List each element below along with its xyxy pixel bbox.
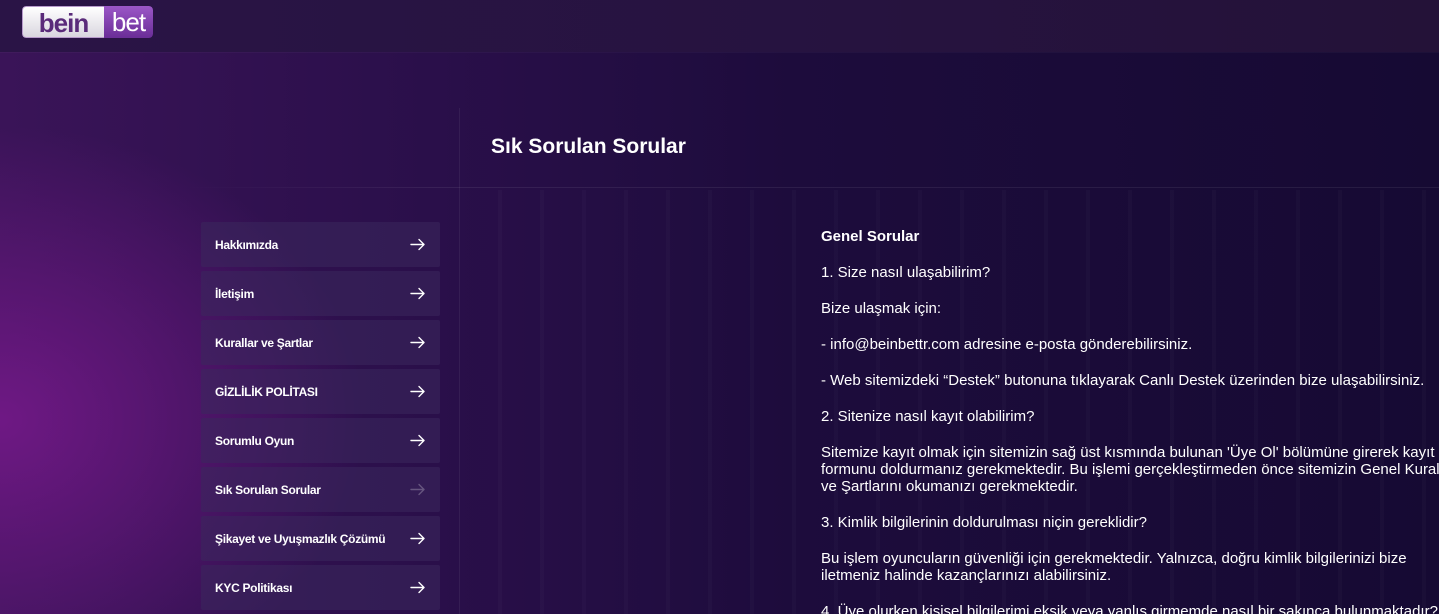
faq-question: 4. Üye olurken kişisel bilgilerimi eksik… [821, 603, 1438, 614]
arrow-right-icon [410, 581, 425, 594]
arrow-right-icon [410, 336, 425, 349]
faq-answer: - Web sitemizdeki “Destek” butonuna tıkl… [821, 372, 1425, 389]
faq-question: 1. Size nasıl ulaşabilirim? [821, 264, 991, 281]
sidebar-item-label: KYC Politikası [215, 580, 293, 595]
sidebar-item-kurallar[interactable]: Kurallar ve Şartlar [201, 320, 440, 365]
sidebar-nav: Hakkımızda İletişim Kurallar ve Şartlar … [201, 222, 440, 614]
horizontal-divider [183, 187, 1439, 188]
top-header: bein bet [0, 0, 1439, 52]
site-logo[interactable]: bein bet [22, 6, 153, 38]
faq-question: 2. Sitenize nasıl kayıt olabilirim? [821, 408, 1035, 425]
logo-text-bein: bein [22, 6, 104, 38]
faq-question: 3. Kimlik bilgilerinin doldurulması niçi… [821, 514, 1147, 531]
faq-content: Genel Sorular 1. Size nasıl ulaşabilirim… [821, 228, 1439, 614]
sidebar-item-sikayet[interactable]: Şikayet ve Uyuşmazlık Çözümü [201, 516, 440, 561]
faq-answer: Sitemize kayıt olmak için sitemizin sağ … [821, 444, 1439, 495]
sidebar-item-gizlilik[interactable]: GİZLİLİK POLİTASI [201, 369, 440, 414]
sidebar-item-label: Kurallar ve Şartlar [215, 335, 313, 350]
sidebar-item-sorumlu-oyun[interactable]: Sorumlu Oyun [201, 418, 440, 463]
arrow-right-icon [410, 483, 425, 496]
sidebar-item-label: GİZLİLİK POLİTASI [215, 384, 318, 399]
logo-text-bet: bet [104, 6, 153, 38]
sidebar-item-label: Sorumlu Oyun [215, 433, 295, 448]
sidebar-item-label: İletişim [215, 286, 254, 301]
sidebar-item-kyc[interactable]: KYC Politikası [201, 565, 440, 610]
arrow-right-icon [410, 238, 425, 251]
arrow-right-icon [410, 385, 425, 398]
faq-answer: Bize ulaşmak için: [821, 300, 942, 317]
arrow-right-icon [410, 434, 425, 447]
sidebar-item-hakkimizda[interactable]: Hakkımızda [201, 222, 440, 267]
sidebar-item-iletisim[interactable]: İletişim [201, 271, 440, 316]
faq-answer: Bu işlem oyuncuların güvenliği için gere… [821, 550, 1407, 584]
sidebar-item-label: Hakkımızda [215, 237, 279, 252]
arrow-right-icon [410, 287, 425, 300]
section-title: Genel Sorular [821, 228, 920, 245]
vertical-divider [459, 108, 460, 614]
page-title: Sık Sorulan Sorular [491, 135, 686, 158]
sidebar-item-sss[interactable]: Sık Sorulan Sorular [201, 467, 440, 512]
faq-answer: - info@beinbettr.com adresine e-posta gö… [821, 336, 1193, 353]
sidebar-item-label: Sık Sorulan Sorular [215, 482, 321, 497]
sidebar-item-label: Şikayet ve Uyuşmazlık Çözümü [215, 531, 386, 546]
arrow-right-icon [410, 532, 425, 545]
